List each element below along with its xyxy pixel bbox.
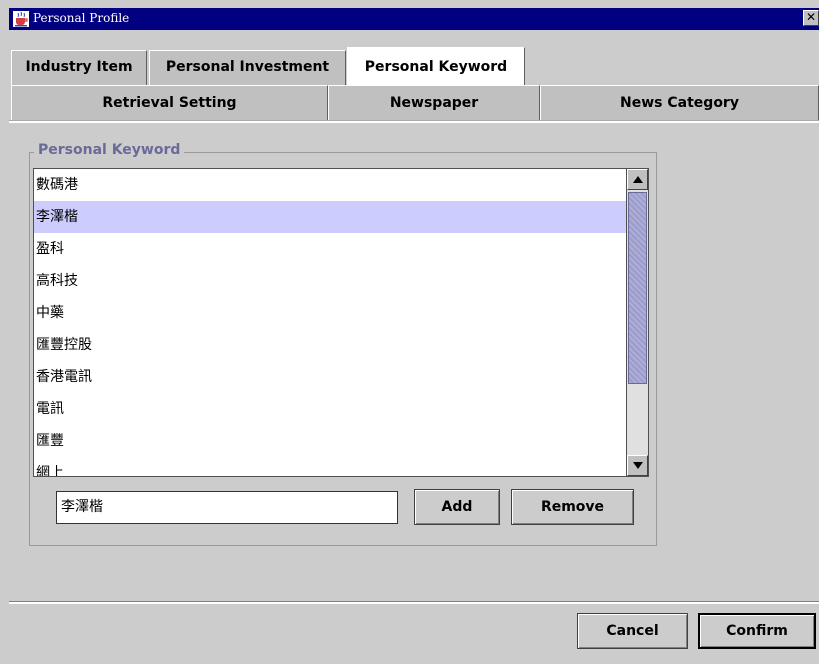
arrow-up-icon <box>633 176 643 183</box>
tab-label: Personal Investment <box>165 59 330 75</box>
personal-profile-window: Personal Profile ✕ Industry Item Persona… <box>0 0 819 664</box>
tab-label: Personal Keyword <box>364 59 508 75</box>
arrow-down-icon <box>633 462 643 469</box>
footer-divider <box>9 601 819 604</box>
list-item[interactable]: 匯豐 <box>34 425 626 457</box>
tab-retrieval-setting[interactable]: Retrieval Setting <box>11 85 328 121</box>
tab-panel-divider <box>9 120 819 123</box>
tab-label: Newspaper <box>389 95 479 111</box>
tab-newspaper[interactable]: Newspaper <box>328 85 540 121</box>
list-item[interactable]: 電訊 <box>34 393 626 425</box>
scroll-thumb[interactable] <box>628 192 647 384</box>
list-item[interactable]: 盈科 <box>34 233 626 265</box>
list-item[interactable]: 香港電訊 <box>34 361 626 393</box>
add-button[interactable]: Add <box>414 489 500 525</box>
scroll-down-button[interactable] <box>627 455 648 476</box>
tab-news-category[interactable]: News Category <box>540 85 819 121</box>
confirm-button[interactable]: Confirm <box>698 613 816 649</box>
list-item[interactable]: 匯豐控股 <box>34 329 626 361</box>
list-item[interactable]: 李澤楷 <box>34 201 626 233</box>
close-button[interactable]: ✕ <box>803 10 819 26</box>
list-item[interactable]: 數碼港 <box>34 169 626 201</box>
scroll-up-button[interactable] <box>627 169 648 190</box>
title-bar[interactable]: Personal Profile ✕ <box>9 8 819 30</box>
list-item[interactable]: 中藥 <box>34 297 626 329</box>
keyword-input[interactable]: 李澤楷 <box>56 491 398 524</box>
close-icon: ✕ <box>805 10 817 24</box>
window-title: Personal Profile <box>33 11 130 25</box>
tab-industry-item[interactable]: Industry Item <box>11 50 147 85</box>
remove-button[interactable]: Remove <box>511 489 634 525</box>
tab-personal-investment[interactable]: Personal Investment <box>149 50 346 85</box>
tab-personal-keyword[interactable]: Personal Keyword <box>347 47 525 85</box>
cancel-button[interactable]: Cancel <box>577 613 688 649</box>
tab-label: Retrieval Setting <box>102 95 237 111</box>
list-item[interactable]: 高科技 <box>34 265 626 297</box>
group-title: Personal Keyword <box>34 142 185 158</box>
keyword-list[interactable]: 數碼港 李澤楷 盈科 高科技 中藥 匯豐控股 香港電訊 電訊 匯豐 網上 <box>33 168 627 477</box>
java-coffee-icon <box>13 11 29 27</box>
list-scrollbar[interactable] <box>627 168 649 477</box>
tab-label: Industry Item <box>25 59 133 75</box>
list-item[interactable]: 網上 <box>34 457 626 476</box>
tab-label: News Category <box>620 95 739 111</box>
